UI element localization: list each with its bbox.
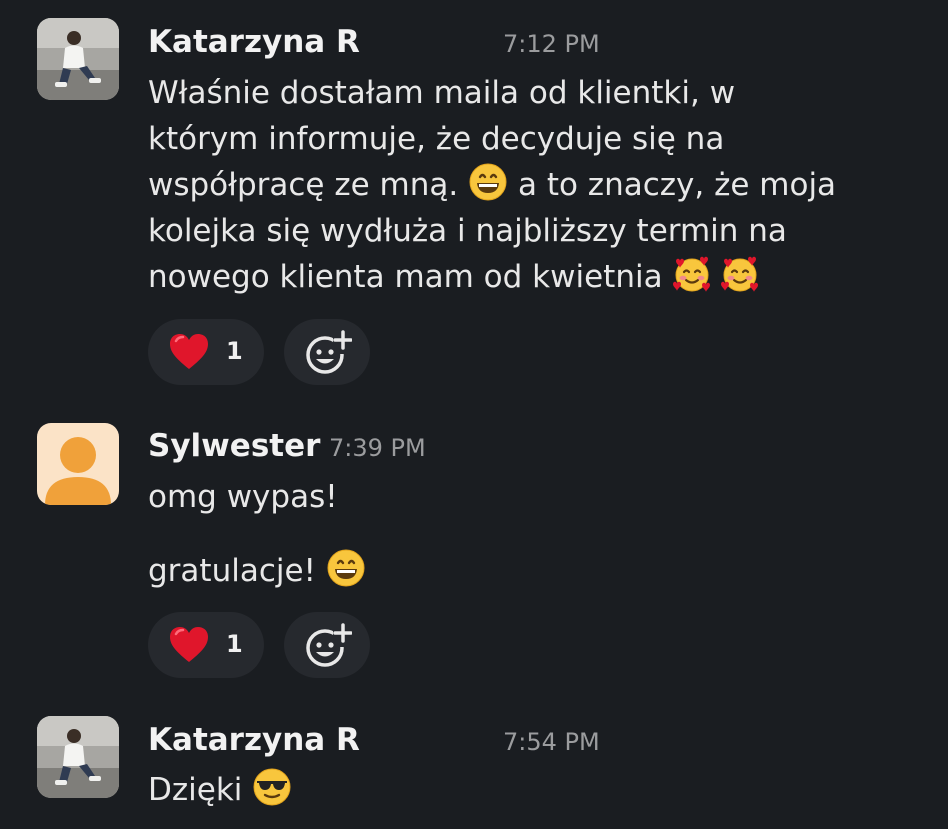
grinning-face-emoji: [326, 548, 366, 588]
message-line-fragment: nowego klienta mam od kwietnia: [148, 259, 663, 295]
message-line-fragment: Dzięki: [148, 772, 243, 808]
smiling-face-with-hearts-emoji: [672, 254, 712, 294]
smiling-face-with-hearts-emoji: [720, 254, 760, 294]
message-line: omg wypas!: [148, 479, 338, 515]
message-text: gratulacje!: [148, 548, 928, 594]
message-line-fragment: gratulacje!: [148, 553, 316, 589]
author-name[interactable]: Sylwester: [148, 428, 320, 464]
avatar[interactable]: [37, 716, 119, 798]
reaction-count: 1: [226, 630, 243, 658]
message-line-fragment: współpracę ze mną.: [148, 167, 459, 203]
red-heart-emoji: [168, 625, 210, 665]
timestamp[interactable]: 7:54 PM: [503, 728, 600, 756]
timestamp[interactable]: 7:12 PM: [503, 30, 600, 58]
avatar[interactable]: [37, 18, 119, 100]
message-line: Właśnie dostałam maila od klientki, w: [148, 75, 736, 111]
timestamp[interactable]: 7:39 PM: [329, 434, 426, 462]
message-text: Dzięki: [148, 767, 928, 813]
message-text: Właśnie dostałam maila od klientki, w kt…: [148, 70, 928, 300]
sunglasses-face-emoji: [252, 767, 292, 807]
message-text: omg wypas!: [148, 474, 928, 520]
author-name[interactable]: Katarzyna R: [148, 722, 360, 758]
message-line: nowego klienta mam od kwietnia: [148, 254, 928, 300]
add-reaction-button[interactable]: [284, 612, 370, 678]
user-silhouette-icon: [45, 437, 111, 505]
red-heart-emoji: [168, 332, 210, 372]
grinning-face-emoji: [468, 162, 508, 202]
message-line: Dzięki: [148, 767, 928, 813]
reaction-count: 1: [226, 337, 243, 365]
message-line: gratulacje!: [148, 548, 928, 594]
add-reaction-icon: [304, 328, 352, 376]
add-reaction-icon: [304, 621, 352, 669]
message-line-fragment: a to znaczy, że moja: [517, 167, 837, 203]
message-line: którym informuje, że decyduje się na: [148, 121, 725, 157]
reaction-pill[interactable]: 1: [148, 612, 264, 678]
user-photo-icon: [37, 18, 119, 100]
message-line: kolejka się wydłuża i najbliższy termin …: [148, 213, 787, 249]
reaction-pill[interactable]: 1: [148, 319, 264, 385]
author-name[interactable]: Katarzyna R: [148, 24, 360, 60]
avatar[interactable]: [37, 423, 119, 505]
message-feed: Katarzyna R 7:12 PM Właśnie dostałam mai…: [0, 0, 948, 829]
add-reaction-button[interactable]: [284, 319, 370, 385]
user-photo-icon: [37, 716, 119, 798]
message-line: współpracę ze mną. a to znaczy, że moja: [148, 162, 928, 208]
